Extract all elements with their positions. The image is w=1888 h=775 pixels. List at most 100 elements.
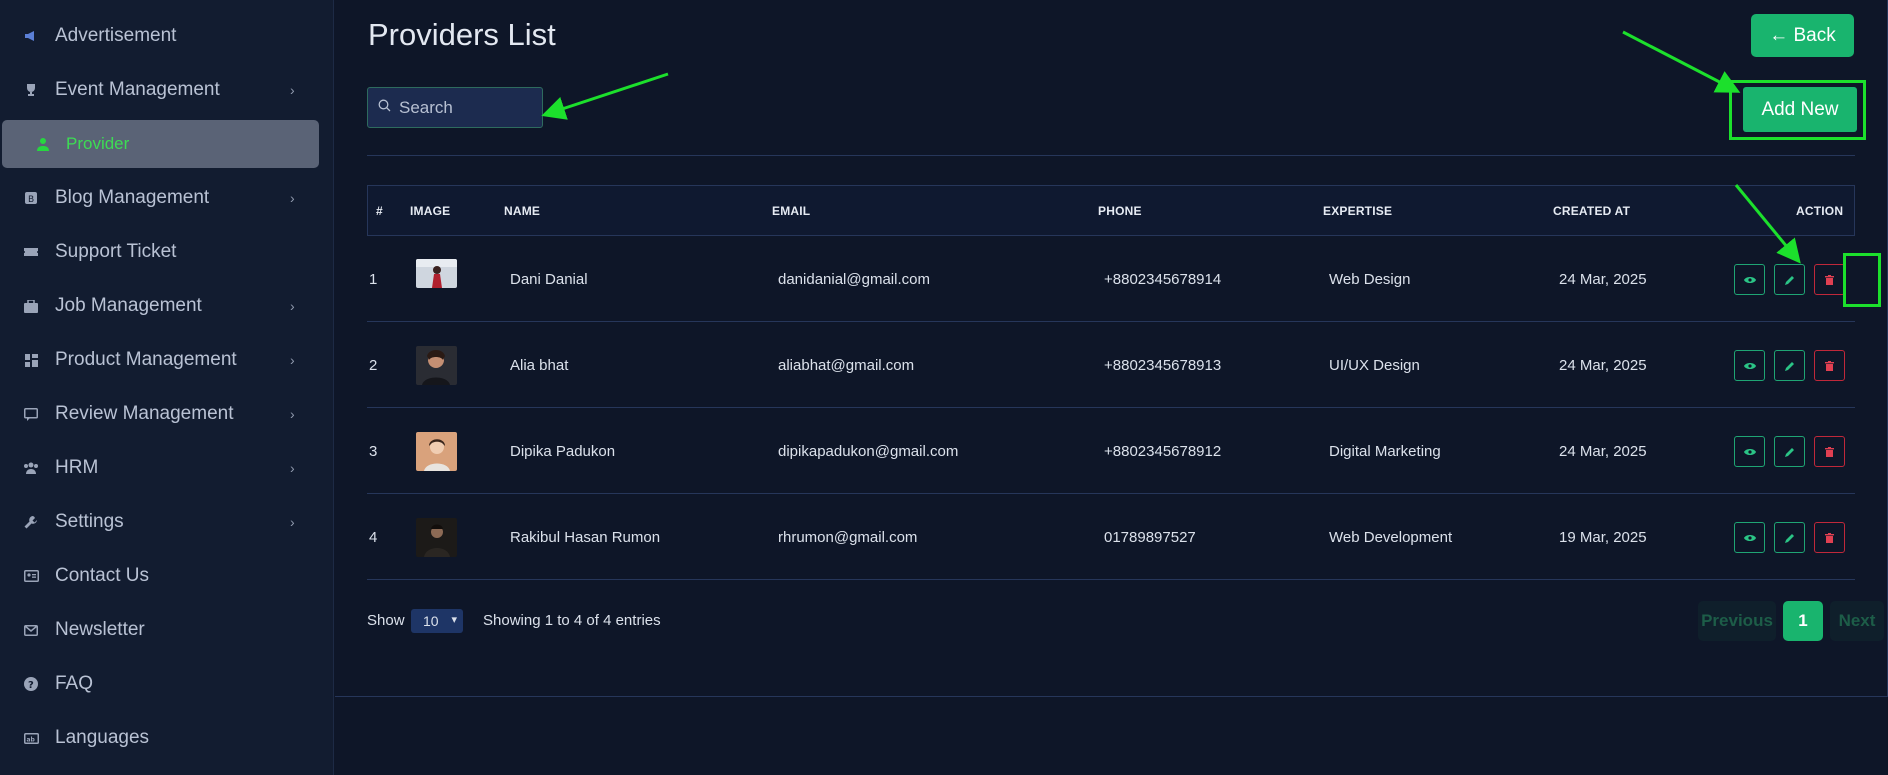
view-button[interactable] (1734, 436, 1765, 467)
provider-expertise: Digital Marketing (1329, 442, 1441, 460)
provider-phone: 01789897527 (1104, 528, 1196, 546)
sidebar-item-label: Event Management (55, 79, 220, 100)
sidebar-item-faq[interactable]: ? FAQ (0, 657, 334, 711)
wrench-icon (22, 513, 40, 531)
provider-email: aliabhat@gmail.com (778, 356, 915, 374)
table-row: 4 Rakibul Hasan Rumon rhrumon@gmail.com … (367, 494, 1855, 580)
sidebar-item-hrm[interactable]: HRM › (0, 441, 334, 495)
language-icon: ab (22, 729, 40, 747)
page-title: Providers List (368, 17, 556, 52)
provider-email: danidanial@gmail.com (778, 270, 930, 288)
sidebar-item-advertisement[interactable]: Advertisement (0, 9, 334, 63)
pencil-icon (1784, 275, 1794, 285)
sidebar-item-label: Advertisement (55, 25, 177, 46)
user-icon (34, 135, 52, 153)
provider-created-at: 19 Mar, 2025 (1559, 528, 1647, 546)
sidebar-item-label: Job Management (55, 295, 202, 316)
avatar (416, 346, 457, 385)
row-number: 3 (369, 442, 378, 460)
search-box[interactable] (367, 87, 543, 128)
provider-name: Dani Danial (510, 270, 588, 288)
pencil-icon (1784, 533, 1794, 543)
sidebar-item-provider[interactable]: Provider (2, 120, 319, 168)
edit-button[interactable] (1774, 350, 1805, 381)
previous-page-button[interactable]: Previous (1698, 601, 1776, 641)
provider-created-at: 24 Mar, 2025 (1559, 442, 1647, 460)
sidebar-item-job-management[interactable]: Job Management › (0, 279, 334, 333)
chevron-right-icon: › (290, 406, 295, 422)
entries-info: Showing 1 to 4 of 4 entries (483, 612, 661, 629)
next-page-button[interactable]: Next (1830, 601, 1884, 641)
trash-icon (1825, 532, 1834, 543)
column-header: # (376, 203, 383, 218)
edit-button[interactable] (1774, 522, 1805, 553)
svg-text:B: B (28, 195, 34, 205)
sidebar-item-product-management[interactable]: Product Management › (0, 333, 334, 387)
column-header: CREATED AT (1553, 203, 1631, 218)
provider-email: rhrumon@gmail.com (778, 528, 918, 546)
provider-name: Rakibul Hasan Rumon (510, 528, 661, 546)
sidebar-item-event-management[interactable]: Event Management › (0, 63, 334, 117)
chevron-right-icon: › (290, 82, 295, 98)
megaphone-icon (22, 27, 40, 45)
add-new-label: Add New (1761, 98, 1839, 120)
delete-button[interactable] (1814, 436, 1845, 467)
column-header: IMAGE (410, 203, 451, 218)
sidebar-item-newsletter[interactable]: Newsletter (0, 603, 334, 657)
sidebar-item-label: Blog Management (55, 187, 210, 208)
sidebar-item-label: Product Management (55, 349, 237, 370)
eye-icon (1743, 362, 1756, 369)
search-icon (378, 99, 391, 117)
search-input[interactable] (399, 97, 539, 118)
sidebar-item-blog-management[interactable]: B Blog Management › (0, 171, 334, 225)
delete-button[interactable] (1814, 350, 1845, 381)
sidebar-item-languages[interactable]: ab Languages (0, 711, 334, 765)
divider (367, 155, 1855, 156)
providers-panel: Providers List ← Back Add New # IMAGE NA… (335, 0, 1888, 697)
page-size-select[interactable]: 10 ▾ (411, 609, 463, 633)
page-1-button[interactable]: 1 (1783, 601, 1823, 641)
view-button[interactable] (1734, 522, 1765, 553)
sidebar-item-label: Settings (55, 511, 124, 532)
table-header: # IMAGE NAME EMAIL PHONE EXPERTISE CREAT… (367, 185, 1855, 236)
svg-text:?: ? (28, 680, 34, 691)
sidebar-item-settings[interactable]: Settings › (0, 495, 334, 549)
back-button[interactable]: ← Back (1751, 14, 1854, 57)
view-button[interactable] (1734, 264, 1765, 295)
chevron-right-icon: › (290, 352, 295, 368)
pencil-icon (1784, 447, 1794, 457)
delete-button[interactable] (1814, 522, 1845, 553)
column-header: ACTION (1796, 203, 1844, 218)
table-row: 2 Alia bhat aliabhat@gmail.com +88023456… (367, 322, 1855, 408)
edit-button[interactable] (1774, 264, 1805, 295)
eye-icon (1743, 534, 1756, 541)
avatar (416, 518, 457, 557)
sidebar-item-contact-us[interactable]: Contact Us (0, 549, 334, 603)
contact-card-icon (22, 567, 40, 585)
briefcase-icon (22, 297, 40, 315)
sidebar-item-label: HRM (55, 457, 99, 478)
sidebar: Advertisement Event Management › Provide… (0, 0, 334, 775)
edit-button[interactable] (1774, 436, 1805, 467)
sidebar-item-label: Provider (66, 134, 130, 153)
back-button-label: ← Back (1769, 24, 1836, 46)
sidebar-item-support-ticket[interactable]: Support Ticket (0, 225, 334, 279)
avatar (416, 432, 457, 471)
provider-expertise: UI/UX Design (1329, 356, 1420, 374)
view-button[interactable] (1734, 350, 1765, 381)
delete-highlight (1843, 253, 1881, 307)
provider-name: Alia bhat (510, 356, 569, 374)
add-new-button[interactable]: Add New (1743, 87, 1857, 132)
sidebar-item-label: FAQ (55, 673, 94, 694)
avatar (416, 259, 457, 288)
trash-icon (1825, 360, 1834, 371)
sidebar-item-label: Newsletter (55, 619, 145, 640)
column-header: EXPERTISE (1323, 203, 1393, 218)
mail-icon (22, 621, 40, 639)
column-header: NAME (504, 203, 541, 218)
column-header: PHONE (1098, 203, 1142, 218)
sidebar-item-review-management[interactable]: Review Management › (0, 387, 334, 441)
main-content: Providers List ← Back Add New # IMAGE NA… (335, 0, 1888, 775)
delete-button[interactable] (1814, 264, 1845, 295)
chevron-right-icon: › (290, 514, 295, 530)
